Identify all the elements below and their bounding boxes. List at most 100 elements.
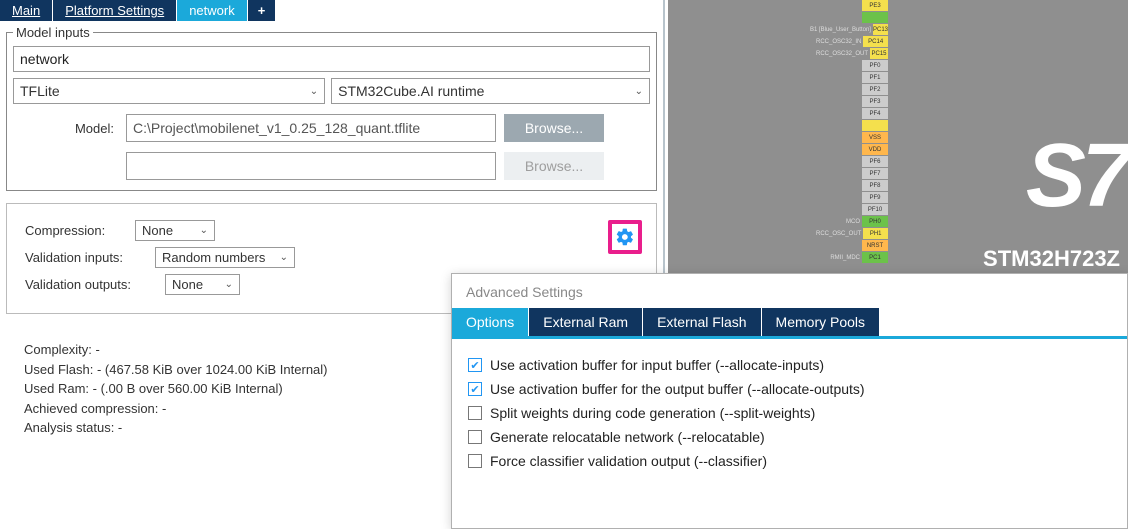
- pin-row[interactable]: PF6: [816, 156, 888, 167]
- val-inputs-label: Validation inputs:: [25, 250, 145, 265]
- pin-row[interactable]: RMII_MDCPC1: [816, 252, 888, 263]
- pin-row[interactable]: [816, 12, 888, 23]
- pin-row[interactable]: PF7: [816, 168, 888, 179]
- pin-pad[interactable]: NRST: [862, 240, 888, 251]
- pin-net-label: RCC_OSC32_IN: [816, 39, 863, 45]
- pin-pad[interactable]: PC15: [870, 48, 888, 59]
- pin-pad[interactable]: PH1: [863, 228, 888, 239]
- advanced-option[interactable]: Generate relocatable network (--relocata…: [468, 429, 1111, 445]
- pin-net-label: RCC_OSC32_OUT: [816, 51, 870, 57]
- pin-row[interactable]: PF8: [816, 180, 888, 191]
- checkbox-icon[interactable]: [468, 454, 482, 468]
- pin-pad[interactable]: PF9: [862, 192, 888, 203]
- pin-net-label: RCC_OSC_OUT: [816, 231, 863, 237]
- pin-row[interactable]: VSS: [816, 132, 888, 143]
- checkbox-icon[interactable]: [468, 406, 482, 420]
- advanced-options-body: ✔ Use activation buffer for input buffer …: [452, 339, 1127, 487]
- runtime-value: STM32Cube.AI runtime: [338, 83, 484, 99]
- pin-row[interactable]: PF0: [816, 60, 888, 71]
- advanced-option-label: Split weights during code generation (--…: [490, 405, 815, 421]
- tab-network[interactable]: network: [177, 0, 248, 21]
- chevron-down-icon: ⌄: [635, 86, 643, 97]
- pin-pad[interactable]: [862, 12, 888, 23]
- pin-row[interactable]: PF10: [816, 204, 888, 215]
- pin-row[interactable]: PF3: [816, 96, 888, 107]
- tab-main[interactable]: Main: [0, 0, 53, 21]
- pin-pad[interactable]: PF10: [862, 204, 888, 215]
- pin-row[interactable]: PF4: [816, 108, 888, 119]
- compression-value: None: [142, 223, 173, 238]
- adv-tab-memory-pools[interactable]: Memory Pools: [762, 308, 880, 336]
- model-path-input-2[interactable]: [126, 152, 496, 180]
- pin-row[interactable]: VDD: [816, 144, 888, 155]
- advanced-settings-popup: Advanced Settings Options External Ram E…: [451, 273, 1128, 529]
- st-logo: S7: [1026, 125, 1128, 228]
- pin-row[interactable]: PF1: [816, 72, 888, 83]
- framework-select[interactable]: TFLite ⌄: [13, 78, 325, 104]
- advanced-option-label: Force classifier validation output (--cl…: [490, 453, 767, 469]
- advanced-option[interactable]: ✔ Use activation buffer for input buffer …: [468, 357, 1111, 373]
- pin-pad[interactable]: PF6: [862, 156, 888, 167]
- tab-platform-settings[interactable]: Platform Settings: [53, 0, 177, 21]
- pin-pad[interactable]: PF8: [862, 180, 888, 191]
- model-inputs-fieldset: Model inputs TFLite ⌄ STM32Cube.AI runti…: [6, 25, 657, 191]
- pin-pad[interactable]: VDD: [862, 144, 888, 155]
- checkbox-icon[interactable]: ✔: [468, 358, 482, 372]
- advanced-settings-button[interactable]: [608, 220, 642, 254]
- pin-row[interactable]: RCC_OSC32_INPC14: [816, 36, 888, 47]
- advanced-option[interactable]: ✔Use activation buffer for the output bu…: [468, 381, 1111, 397]
- pin-column: PE3B1 [Blue_User_Button]PC13RCC_OSC32_IN…: [816, 0, 888, 264]
- checkbox-icon[interactable]: [468, 430, 482, 444]
- pin-pad[interactable]: PF2: [862, 84, 888, 95]
- pin-pad[interactable]: [862, 120, 888, 131]
- checkbox-icon[interactable]: ✔: [468, 382, 482, 396]
- adv-tab-options[interactable]: Options: [452, 308, 529, 336]
- pin-row[interactable]: PE3: [816, 0, 888, 11]
- pin-pad[interactable]: PF1: [862, 72, 888, 83]
- pin-pad[interactable]: PF0: [862, 60, 888, 71]
- model-path-input[interactable]: [126, 114, 496, 142]
- pin-row[interactable]: B1 [Blue_User_Button]PC13: [816, 24, 888, 35]
- pin-row[interactable]: PF2: [816, 84, 888, 95]
- pin-net-label: RMII_MDC: [816, 255, 862, 261]
- advanced-option[interactable]: Split weights during code generation (--…: [468, 405, 1111, 421]
- advanced-option-label: Generate relocatable network (--relocata…: [490, 429, 765, 445]
- network-name-input[interactable]: [13, 46, 650, 72]
- pin-pad[interactable]: PF4: [862, 108, 888, 119]
- advanced-option-label: Use activation buffer for input buffer (…: [490, 357, 824, 373]
- adv-tab-external-ram[interactable]: External Ram: [529, 308, 643, 336]
- val-inputs-select[interactable]: Random numbers ⌄: [155, 247, 295, 268]
- pin-pad[interactable]: PE3: [862, 0, 888, 11]
- advanced-tabs-bar: Options External Ram External Flash Memo…: [452, 308, 1127, 339]
- advanced-option[interactable]: Force classifier validation output (--cl…: [468, 453, 1111, 469]
- tab-add[interactable]: +: [248, 0, 277, 21]
- pin-pad[interactable]: VSS: [862, 132, 888, 143]
- pin-pad[interactable]: PH0: [862, 216, 888, 227]
- gear-icon: [615, 227, 635, 247]
- chip-board-view[interactable]: PE3B1 [Blue_User_Button]PC13RCC_OSC32_IN…: [668, 0, 1128, 278]
- chevron-down-icon: ⌄: [310, 86, 318, 97]
- framework-value: TFLite: [20, 83, 60, 99]
- advanced-settings-title: Advanced Settings: [452, 274, 1127, 308]
- pin-row[interactable]: PF9: [816, 192, 888, 203]
- model-label: Model:: [13, 121, 118, 136]
- pin-pad[interactable]: PC14: [863, 36, 888, 47]
- val-outputs-select[interactable]: None ⌄: [165, 274, 240, 295]
- pin-row[interactable]: RCC_OSC32_OUTPC15: [816, 48, 888, 59]
- compression-select[interactable]: None ⌄: [135, 220, 215, 241]
- pin-row[interactable]: MCOPH0: [816, 216, 888, 227]
- pin-row[interactable]: RCC_OSC_OUTPH1: [816, 228, 888, 239]
- pin-row[interactable]: [816, 120, 888, 131]
- pin-pad[interactable]: PC13: [873, 24, 888, 35]
- runtime-select[interactable]: STM32Cube.AI runtime ⌄: [331, 78, 650, 104]
- pin-pad[interactable]: PC1: [862, 252, 888, 263]
- browse-button-1[interactable]: Browse...: [504, 114, 604, 142]
- chevron-down-icon: ⌄: [225, 279, 233, 290]
- chevron-down-icon: ⌄: [200, 225, 208, 236]
- val-outputs-value: None: [172, 277, 203, 292]
- pin-net-label: B1 [Blue_User_Button]: [810, 27, 873, 33]
- pin-row[interactable]: NRST: [816, 240, 888, 251]
- adv-tab-external-flash[interactable]: External Flash: [643, 308, 761, 336]
- pin-pad[interactable]: PF7: [862, 168, 888, 179]
- pin-pad[interactable]: PF3: [862, 96, 888, 107]
